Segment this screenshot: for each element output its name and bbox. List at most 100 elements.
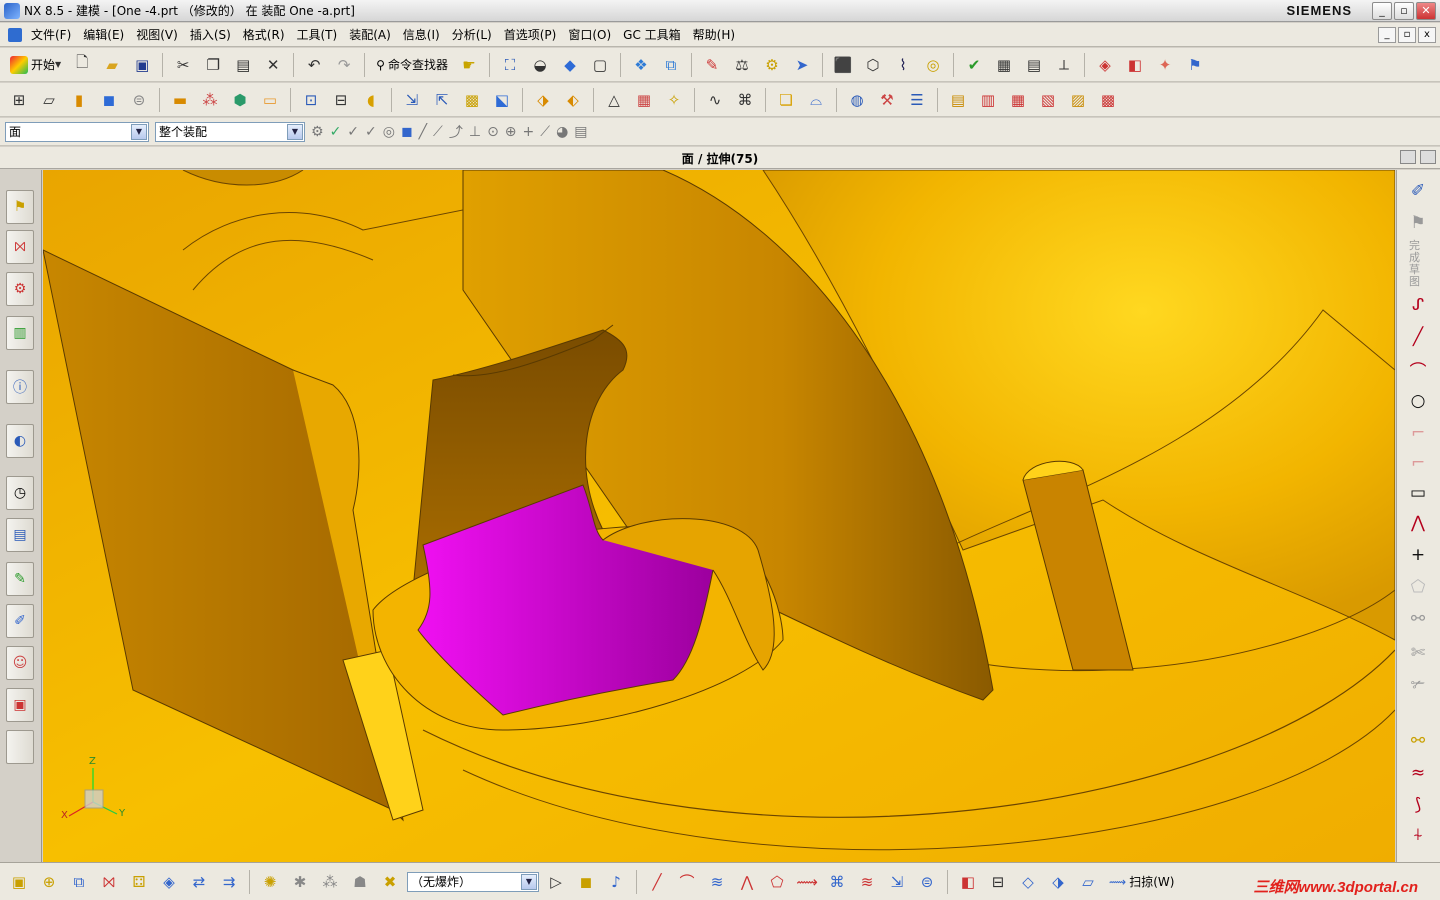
polygon-button[interactable]: ⋀ bbox=[1405, 510, 1431, 536]
offset-button[interactable]: ⟿ bbox=[794, 869, 820, 895]
spline-button[interactable]: ⚯ bbox=[1405, 606, 1431, 632]
menu-window[interactable]: 窗口(O) bbox=[562, 26, 617, 43]
pattern-button[interactable]: ⁂ bbox=[197, 87, 223, 113]
touch-mode-button[interactable]: ☛ bbox=[456, 52, 482, 78]
standard-part-button[interactable]: ▥ bbox=[975, 87, 1001, 113]
fix-button[interactable]: ⚑ bbox=[1182, 52, 1208, 78]
component-button[interactable]: ⧉ bbox=[658, 52, 684, 78]
explode-button[interactable]: ✺ bbox=[257, 869, 283, 895]
snap-midpoint-icon[interactable]: ⟋ bbox=[433, 124, 443, 140]
add-component-button[interactable]: ⊕ bbox=[36, 869, 62, 895]
shell-button[interactable]: ▭ bbox=[257, 87, 283, 113]
table-button[interactable]: ▦ bbox=[991, 52, 1017, 78]
redo-button[interactable]: ↷ bbox=[331, 52, 357, 78]
arc-button[interactable]: ⌒ bbox=[1405, 356, 1431, 382]
manufacturing-wizard-tab[interactable]: ✎ bbox=[6, 562, 34, 596]
ring-button[interactable]: ◎ bbox=[920, 52, 946, 78]
minimize-button[interactable]: _ bbox=[1372, 1, 1392, 20]
chamfer-button[interactable]: ⌐ bbox=[1405, 450, 1431, 476]
grid-button[interactable]: ▤ bbox=[1021, 52, 1047, 78]
assembly-navigator-tab[interactable]: ⚑ bbox=[6, 190, 34, 224]
fit-view-button[interactable]: ⛶ bbox=[497, 52, 523, 78]
move-face-button[interactable]: ⇲ bbox=[399, 87, 425, 113]
maximize-button[interactable]: ▫ bbox=[1394, 1, 1414, 20]
snap-on-face-icon[interactable]: ◕ bbox=[556, 124, 568, 140]
select-solid-icon[interactable]: ◼ bbox=[401, 124, 413, 140]
ejector-button[interactable]: ▦ bbox=[1005, 87, 1031, 113]
menu-view[interactable]: 视图(V) bbox=[130, 26, 184, 43]
select-edge-icon[interactable]: ✓ bbox=[365, 124, 377, 140]
menu-edit[interactable]: 编辑(E) bbox=[77, 26, 130, 43]
render-style-button[interactable]: ◒ bbox=[527, 52, 553, 78]
mdi-minimize-button[interactable]: _ bbox=[1378, 26, 1396, 43]
reuse-library-tab[interactable]: ▥ bbox=[6, 316, 34, 350]
offset-face-button[interactable]: ⊡ bbox=[298, 87, 324, 113]
explosion-view-select[interactable]: （无爆炸） ▼ bbox=[407, 871, 539, 892]
sheet-button[interactable]: ⌓ bbox=[803, 87, 829, 113]
filter-icon[interactable]: ⚙ bbox=[311, 124, 324, 140]
synchronous-button[interactable]: ⬕ bbox=[489, 87, 515, 113]
hammer-button[interactable]: ⚒ bbox=[874, 87, 900, 113]
constraint-navigator-tab[interactable]: ⨝ bbox=[6, 230, 34, 264]
mate-button[interactable]: ⨝ bbox=[96, 869, 122, 895]
wave-link-button[interactable]: ⬗ bbox=[530, 87, 556, 113]
copy-button[interactable]: ❐ bbox=[200, 52, 226, 78]
roles-tab[interactable]: ✐ bbox=[6, 604, 34, 638]
surface-button[interactable]: ⌘ bbox=[732, 87, 758, 113]
axis-button[interactable]: ⟂ bbox=[1051, 52, 1077, 78]
snap-quadrant-icon[interactable]: ⊕ bbox=[505, 124, 517, 140]
new-component-button[interactable]: ⧉ bbox=[66, 869, 92, 895]
cylinder-tool-button[interactable]: ⊜ bbox=[914, 869, 940, 895]
parting-button[interactable]: ◧ bbox=[1122, 52, 1148, 78]
assembly-nav-button[interactable]: ❖ bbox=[628, 52, 654, 78]
mdi-close-button[interactable]: x bbox=[1418, 26, 1436, 43]
orient-view-button[interactable]: ◆ bbox=[557, 52, 583, 78]
check-button[interactable]: ✔ bbox=[961, 52, 987, 78]
project-button[interactable]: ⇲ bbox=[884, 869, 910, 895]
trim-body-button[interactable]: ⊟ bbox=[328, 87, 354, 113]
select-feature-icon[interactable]: ✓ bbox=[330, 124, 342, 140]
menu-file[interactable]: 文件(F) bbox=[25, 26, 77, 43]
snap-on-curve-icon[interactable]: ⟋ bbox=[540, 124, 550, 140]
helix-button[interactable]: ≋ bbox=[704, 869, 730, 895]
measure-button[interactable]: ⚖ bbox=[729, 52, 755, 78]
surface-tool-button[interactable]: ◇ bbox=[1015, 869, 1041, 895]
status-expand-button[interactable] bbox=[1420, 150, 1436, 164]
unexplode-button[interactable]: ☗ bbox=[347, 869, 373, 895]
command-finder-button[interactable]: ⚲ 命令查找器 bbox=[372, 52, 452, 78]
move-component-button[interactable]: ⇉ bbox=[216, 869, 242, 895]
web-browser-tab[interactable]: ◐ bbox=[6, 424, 34, 458]
spring-button[interactable]: ⌇ bbox=[890, 52, 916, 78]
rectangle-button[interactable]: ▭ bbox=[1405, 480, 1431, 506]
point-button[interactable]: + bbox=[1405, 542, 1431, 568]
mirror-curve-button[interactable]: ⟆ bbox=[1405, 792, 1431, 818]
delete-button[interactable]: ✕ bbox=[260, 52, 286, 78]
triangle-button[interactable]: △ bbox=[601, 87, 627, 113]
line-button[interactable]: ╱ bbox=[1405, 324, 1431, 350]
spline-tool-button[interactable]: ⋀ bbox=[734, 869, 760, 895]
menu-tools[interactable]: 工具(T) bbox=[291, 26, 344, 43]
paste-button[interactable]: ▤ bbox=[230, 52, 256, 78]
curve-button[interactable]: ∿ bbox=[702, 87, 728, 113]
show-component-button[interactable]: ◼ bbox=[573, 869, 599, 895]
system-scenes-tab[interactable]: ☺ bbox=[6, 646, 34, 680]
circle-button[interactable]: ○ bbox=[1405, 388, 1431, 414]
extrude-button[interactable]: ▮ bbox=[66, 87, 92, 113]
blank-tab[interactable] bbox=[6, 730, 34, 764]
finish-sketch-button[interactable]: ⚑ bbox=[1405, 210, 1431, 236]
snap-endpoint-icon[interactable]: ╱ bbox=[419, 124, 427, 140]
project-curve-button[interactable]: ⍭ bbox=[1405, 822, 1431, 848]
snap-arc-center-icon[interactable]: ⊙ bbox=[487, 124, 499, 140]
snap-point-icon[interactable]: + bbox=[523, 124, 535, 140]
menu-gc-toolbox[interactable]: GC 工具箱 bbox=[617, 26, 687, 43]
line-tool-button[interactable]: ╱ bbox=[644, 869, 670, 895]
sketch-task-env-button[interactable]: ✐ bbox=[1405, 178, 1431, 204]
electrode-button[interactable]: ▨ bbox=[1065, 87, 1091, 113]
sweep-button[interactable]: ⟿ 扫掠(W) bbox=[1105, 869, 1178, 895]
part-navigator-tab[interactable]: ⚙ bbox=[6, 272, 34, 306]
assembly-nav-button[interactable]: ▣ bbox=[6, 869, 32, 895]
mold-base-button[interactable]: ▤ bbox=[945, 87, 971, 113]
trace-line-button[interactable]: ♪ bbox=[603, 869, 629, 895]
combine-button[interactable]: ≋ bbox=[854, 869, 880, 895]
type-filter-select[interactable]: 面 ▼ bbox=[5, 121, 149, 142]
